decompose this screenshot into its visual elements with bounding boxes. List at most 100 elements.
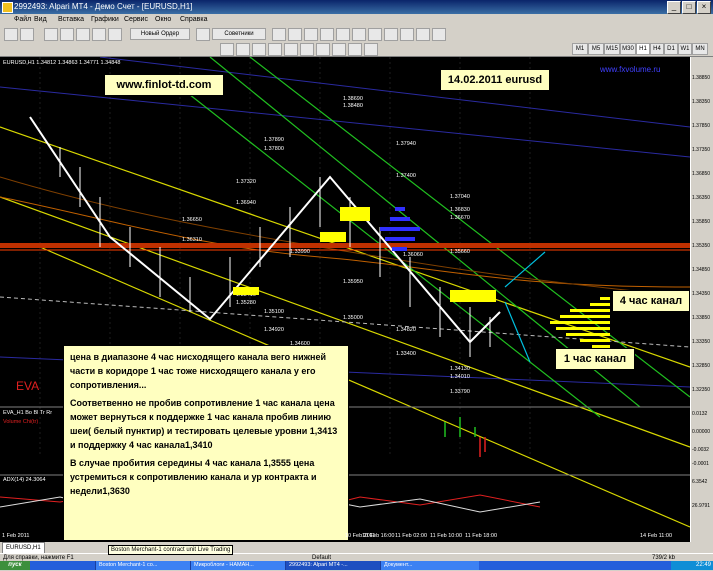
menu-charts[interactable]: Графики: [91, 14, 119, 26]
market-watch-icon[interactable]: [44, 28, 58, 41]
navigator-icon[interactable]: [76, 28, 90, 41]
drawing-toolbar: M1 M5 M15 M30 H1 H4 D1 W1 MN: [0, 42, 713, 57]
menu-service[interactable]: Сервис: [124, 14, 148, 26]
tf-h1[interactable]: H1: [636, 43, 650, 55]
autoscroll-icon[interactable]: [368, 28, 382, 41]
menu-view[interactable]: Вид: [34, 14, 47, 26]
candle-chart-icon[interactable]: [288, 28, 302, 41]
advisors-button[interactable]: Советники: [212, 28, 266, 40]
tf-m30[interactable]: M30: [620, 43, 636, 55]
text-tool-icon[interactable]: [332, 43, 346, 56]
indicators-icon[interactable]: [400, 28, 414, 41]
level-label: 1.36060: [403, 252, 423, 258]
date-tick: 10 Feb 16:00: [362, 533, 395, 539]
maximize-button[interactable]: □: [682, 1, 696, 14]
taskbar-task[interactable]: Boston Merchant-1 co...: [95, 561, 194, 570]
menu-help[interactable]: Справка: [180, 14, 207, 26]
tf-w1[interactable]: W1: [678, 43, 692, 55]
tf-h4[interactable]: H4: [650, 43, 664, 55]
chart-shift-icon[interactable]: [384, 28, 398, 41]
channel-4h-label: 4 час канал: [612, 290, 690, 312]
level-label: 1.36670: [450, 215, 470, 221]
terminal-icon[interactable]: [92, 28, 106, 41]
line-chart-icon[interactable]: [304, 28, 318, 41]
fibonacci-icon[interactable]: [316, 43, 330, 56]
level-label: 1.33400: [396, 351, 416, 357]
menu-insert[interactable]: Вставка: [58, 14, 84, 26]
label-tool-icon[interactable]: [348, 43, 362, 56]
menu-window[interactable]: Окно: [155, 14, 171, 26]
analysis-note: цена в диапазоне 4 час нисходящего канал…: [63, 345, 349, 541]
symbol-header: EURUSD,H1 1.34812 1.34863 1.34771 1.3484…: [3, 60, 121, 66]
start-button[interactable]: пуск: [0, 561, 30, 570]
close-button[interactable]: ×: [697, 1, 711, 14]
level-label: 1.35100: [264, 309, 284, 315]
price-tick: 1.32850: [692, 363, 711, 369]
level-label: 1.35950: [343, 279, 363, 285]
horizontal-line-icon[interactable]: [268, 43, 282, 56]
level-label: 1.37400: [396, 173, 416, 179]
tf-m1[interactable]: M1: [572, 43, 588, 55]
level-label: 1.37890: [264, 137, 284, 143]
crosshair-icon[interactable]: [236, 43, 250, 56]
price-tick: 1.38850: [692, 75, 711, 81]
profiles-icon[interactable]: [20, 28, 34, 41]
taskbar-task[interactable]: 2992493: Alpari MT4 -...: [285, 561, 384, 570]
window-controls: _ □ ×: [667, 1, 711, 14]
taskbar-task[interactable]: Микроблоги - НАМАН...: [190, 561, 289, 570]
tf-d1[interactable]: D1: [664, 43, 678, 55]
price-tick: 1.35350: [692, 243, 711, 249]
price-tick: 1.36350: [692, 195, 711, 201]
level-label: 1.37040: [450, 194, 470, 200]
tester-icon[interactable]: [108, 28, 122, 41]
eva-label: EVA: [16, 379, 40, 393]
level-label: 1.37800: [264, 146, 284, 152]
date-tick: 14 Feb 11:00: [640, 533, 673, 539]
price-tick: 1.33350: [692, 339, 711, 345]
level-label: 1.34130: [450, 366, 470, 372]
arrows-icon[interactable]: [364, 43, 378, 56]
level-label: 1.34010: [450, 374, 470, 380]
app-icon: [2, 2, 13, 13]
data-window-icon[interactable]: [60, 28, 74, 41]
price-scale: 1.38850 1.38350 1.37850 1.37350 1.36850 …: [690, 57, 713, 542]
new-chart-icon[interactable]: [4, 28, 18, 41]
price-tick: 1.33850: [692, 315, 711, 321]
fxvolume-label: www.fxvolume.ru: [600, 65, 661, 74]
menu-bar: Файл Вид Вставка Графики Сервис Окно Спр…: [0, 14, 713, 26]
taskbar-task[interactable]: Документ...: [380, 561, 479, 570]
date-tick: 11 Feb 02:00: [395, 533, 428, 539]
site-label: www.finlot-td.com: [104, 74, 224, 96]
tf-mn[interactable]: MN: [692, 43, 708, 55]
level-label: 1.38480: [343, 103, 363, 109]
level-label: 1.36310: [182, 237, 202, 243]
minimize-button[interactable]: _: [667, 1, 681, 14]
metaeditor-icon[interactable]: [196, 28, 210, 41]
bar-chart-icon[interactable]: [272, 28, 286, 41]
zoom-out-icon[interactable]: [336, 28, 350, 41]
vertical-line-icon[interactable]: [252, 43, 266, 56]
equidistant-channel-icon[interactable]: [300, 43, 314, 56]
price-chart[interactable]: EURUSD,H1 1.34812 1.34863 1.34771 1.3484…: [0, 57, 690, 542]
zoom-in-icon[interactable]: [320, 28, 334, 41]
menu-file[interactable]: Файл: [14, 14, 31, 26]
resistance-zone: [340, 207, 370, 221]
level-label: 1.34920: [264, 327, 284, 333]
resistance-zone: [320, 232, 346, 242]
indicator-tick: 0.00000: [692, 429, 711, 435]
templates-icon[interactable]: [432, 28, 446, 41]
new-order-button[interactable]: Новый Ордер: [130, 28, 190, 40]
level-label: 1.35000: [343, 315, 363, 321]
level-label: 1.37940: [396, 141, 416, 147]
trendline-icon[interactable]: [284, 43, 298, 56]
date-tick: 11 Feb 10:00: [430, 533, 463, 539]
periods-icon[interactable]: [416, 28, 430, 41]
tile-windows-icon[interactable]: [352, 28, 366, 41]
window-titlebar: 2992493: Alpari MT4 - Демо Счет - [EURUS…: [0, 0, 713, 14]
taskbar: пуск Boston Merchant-1 co... Микроблоги …: [0, 561, 713, 570]
tf-m5[interactable]: M5: [588, 43, 604, 55]
cursor-icon[interactable]: [220, 43, 234, 56]
level-label: 1.34820: [396, 327, 416, 333]
tf-m15[interactable]: M15: [604, 43, 620, 55]
indicator-tick: 26.9791: [692, 503, 711, 509]
